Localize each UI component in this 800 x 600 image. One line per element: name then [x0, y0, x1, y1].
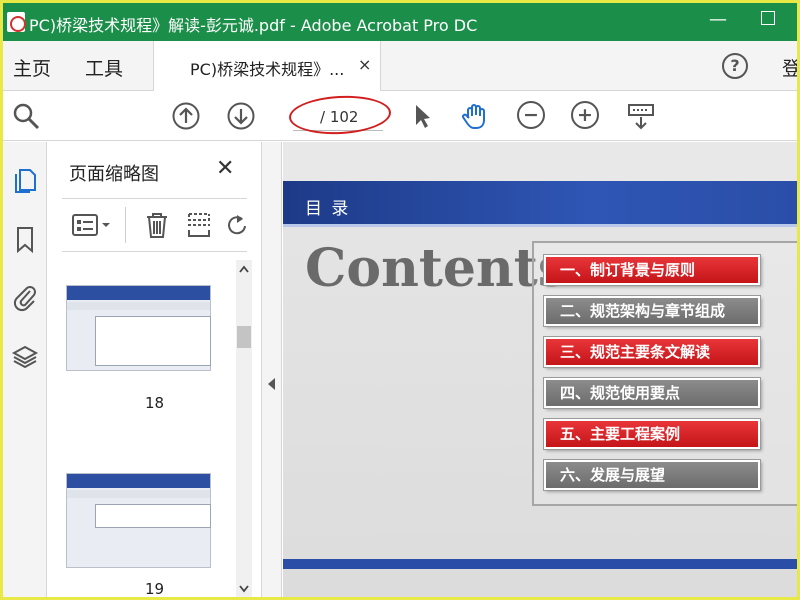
toc-item-4[interactable]: 四、规范使用要点	[544, 378, 760, 408]
rotate-icon[interactable]	[224, 211, 250, 239]
close-panel-icon[interactable]: ✕	[216, 156, 234, 181]
slide-heading: 目 录	[305, 199, 351, 219]
scroll-up-icon[interactable]	[238, 264, 250, 274]
contents-title: Contents	[305, 238, 568, 299]
search-icon[interactable]	[11, 101, 41, 131]
page-up-icon[interactable]	[171, 101, 201, 131]
page-thumbnail-19[interactable]	[66, 473, 211, 568]
panel-title: 页面缩略图	[69, 164, 159, 185]
attachment-icon[interactable]	[10, 282, 40, 312]
select-arrow-icon[interactable]	[407, 101, 437, 131]
slide-footer-band	[283, 559, 797, 569]
tab-document[interactable]: PC)桥梁技术规程》... ×	[153, 41, 381, 91]
thumbnail-header	[67, 474, 210, 488]
page-thumbnail-18[interactable]	[66, 285, 211, 371]
left-rail	[3, 142, 47, 597]
thumbnail-table	[95, 316, 211, 366]
acrobat-icon	[7, 12, 26, 32]
pages-icon[interactable]	[10, 166, 40, 196]
tab-bar: 主页 工具 PC)桥梁技术规程》... × ? 登	[3, 41, 797, 91]
zoom-in-icon[interactable]: +	[571, 101, 599, 129]
window-title: PC)桥梁技术规程》解读-彭元诚.pdf - Adobe Acrobat Pro…	[29, 16, 478, 35]
tab-tools[interactable]: 工具	[85, 54, 123, 81]
thumbnail-subheader	[67, 490, 210, 498]
panel-collapse-handle[interactable]	[262, 142, 282, 597]
toc-item-2[interactable]: 二、规范架构与章节组成	[544, 296, 760, 326]
layers-icon[interactable]	[10, 342, 40, 372]
thumbnail-table	[95, 504, 211, 528]
extract-pages-icon[interactable]	[186, 211, 212, 239]
tab-home[interactable]: 主页	[13, 54, 51, 81]
thumbnail-panel: 页面缩略图 ✕ 18 19	[48, 142, 262, 597]
panel-scrollbar[interactable]	[236, 260, 252, 597]
panel-scrollbar-thumb[interactable]	[237, 326, 251, 348]
thumbnail-label-19: 19	[145, 580, 165, 597]
thumbnail-header	[67, 286, 210, 300]
slide-top-margin	[283, 142, 797, 181]
zoom-out-icon[interactable]: −	[517, 101, 545, 129]
toc-item-5[interactable]: 五、主要工程案例	[544, 419, 760, 449]
divider	[125, 207, 126, 243]
scroll-down-icon[interactable]	[238, 584, 250, 594]
thumbnail-label-18: 18	[145, 394, 165, 412]
keyboard-icon[interactable]	[626, 101, 656, 131]
toc-item-6[interactable]: 六、发展与展望	[544, 460, 760, 490]
hand-tool-icon[interactable]	[460, 101, 490, 131]
thumbnail-options-icon[interactable]	[72, 212, 112, 238]
slide-page: 目 录 Contents 一、制订背景与原则 二、规范架构与章节组成 三、规范主…	[283, 142, 797, 597]
close-tab-icon[interactable]: ×	[358, 55, 371, 74]
minimize-button[interactable]: —	[709, 9, 727, 30]
toc-item-1[interactable]: 一、制订背景与原则	[544, 255, 760, 285]
collapse-arrow-icon[interactable]	[268, 378, 275, 390]
title-bar: PC)桥梁技术规程》解读-彭元诚.pdf - Adobe Acrobat Pro…	[3, 3, 797, 41]
document-view[interactable]: 目 录 Contents 一、制订背景与原则 二、规范架构与章节组成 三、规范主…	[283, 142, 797, 597]
thumbnail-subheader	[67, 302, 210, 310]
delete-icon[interactable]	[144, 211, 170, 239]
toolbar: / 102 − +	[3, 91, 797, 141]
toc-box: 一、制订背景与原则 二、规范架构与章节组成 三、规范主要条文解读 四、规范使用要…	[532, 241, 797, 506]
document-tab-label: PC)桥梁技术规程》...	[190, 60, 345, 79]
toc-item-3[interactable]: 三、规范主要条文解读	[544, 337, 760, 367]
sign-in-link[interactable]: 登	[782, 54, 797, 81]
page-down-icon[interactable]	[226, 101, 256, 131]
bookmark-icon[interactable]	[10, 224, 40, 254]
maximize-button[interactable]	[761, 11, 775, 25]
help-icon[interactable]: ?	[722, 53, 748, 79]
slide-header-band	[283, 181, 797, 227]
app-window: PC)桥梁技术规程》解读-彭元诚.pdf - Adobe Acrobat Pro…	[3, 3, 797, 597]
panel-toolbar	[62, 198, 247, 252]
